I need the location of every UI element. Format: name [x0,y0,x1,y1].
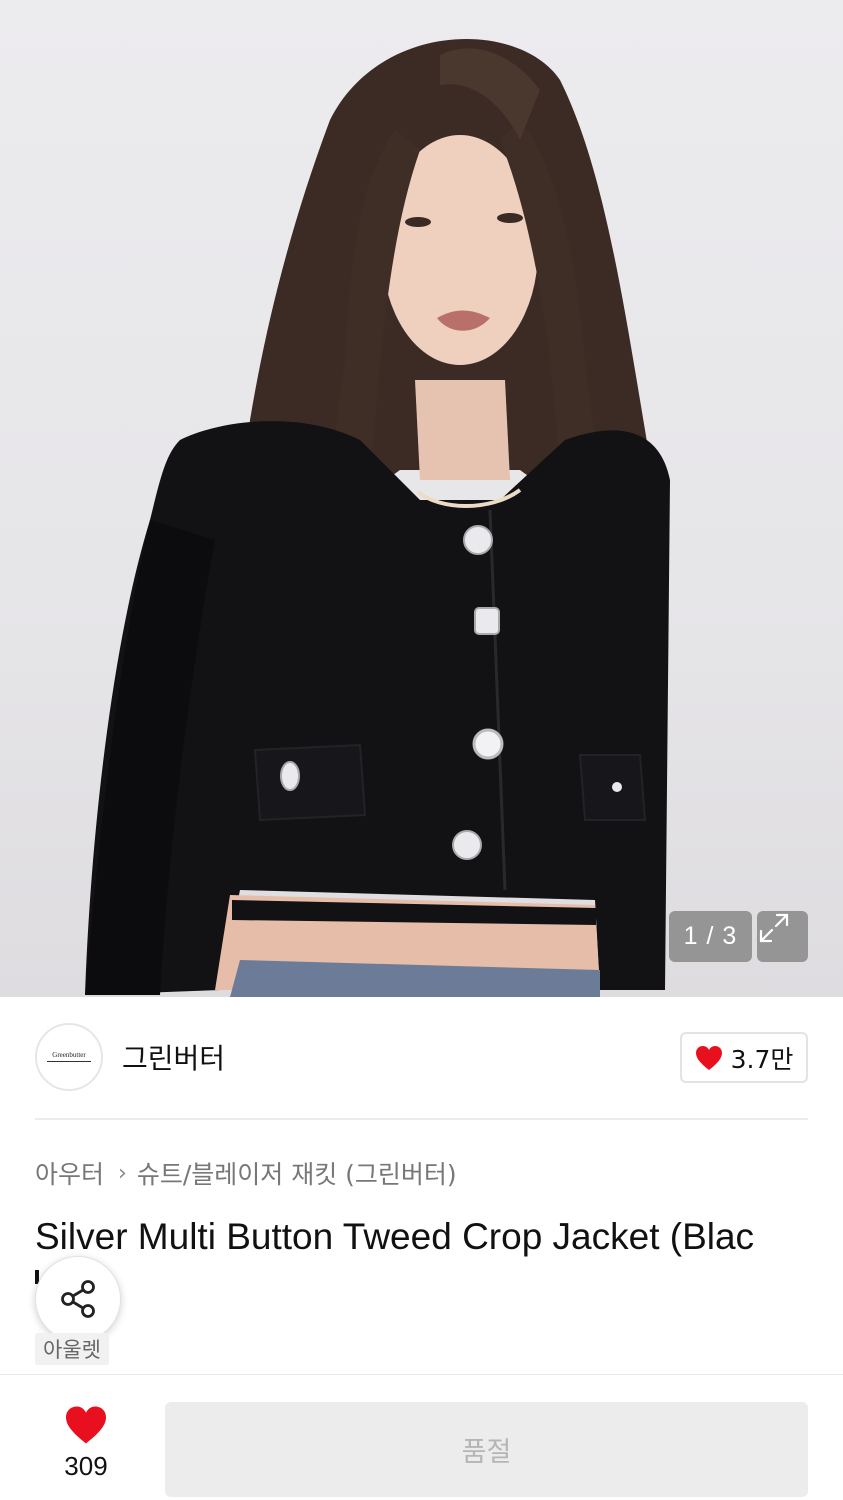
brand-name[interactable]: 그린버터 [122,1037,225,1077]
brand-logo-text: Greenbutter [52,1050,86,1059]
breadcrumb-item[interactable]: 아우터 [35,1155,104,1191]
brand-like-button[interactable]: 3.7만 [680,1032,808,1083]
image-counter: 1 / 3 [669,911,752,962]
breadcrumb: 아우터 › 슈트/블레이저 재킷 (그린버터) [35,1155,457,1191]
soldout-button[interactable]: 품절 [165,1402,808,1497]
wish-button[interactable]: 309 [40,1405,132,1482]
chevron-right-icon: › [118,1160,127,1186]
product-image[interactable]: 1 / 3 [0,0,843,997]
product-title: Silver Multi Button Tweed Crop Jacket (B… [35,1216,755,1257]
brand-logo[interactable]: Greenbutter [35,1023,103,1091]
heart-icon [695,1045,722,1070]
divider [35,1118,808,1120]
expand-button[interactable] [757,911,808,962]
brand-row: Greenbutter 그린버터 3.7만 [35,1023,808,1093]
expand-icon [759,913,789,943]
bottom-bar: 309 품절 [0,1374,843,1500]
model-photo [85,39,670,997]
share-button[interactable] [35,1256,121,1342]
product-title-wrap: Silver Multi Button Tweed Crop Jacket (B… [35,1212,843,1264]
wish-count: 309 [64,1451,108,1481]
brand-like-count: 3.7만 [730,1044,794,1074]
heart-icon [66,1406,106,1444]
brand-logo-rule [47,1060,91,1062]
outlet-tag: 아울렛 [35,1333,109,1365]
breadcrumb-item[interactable]: 슈트/블레이저 재킷 (그린버터) [137,1155,457,1191]
share-icon [61,1280,95,1318]
